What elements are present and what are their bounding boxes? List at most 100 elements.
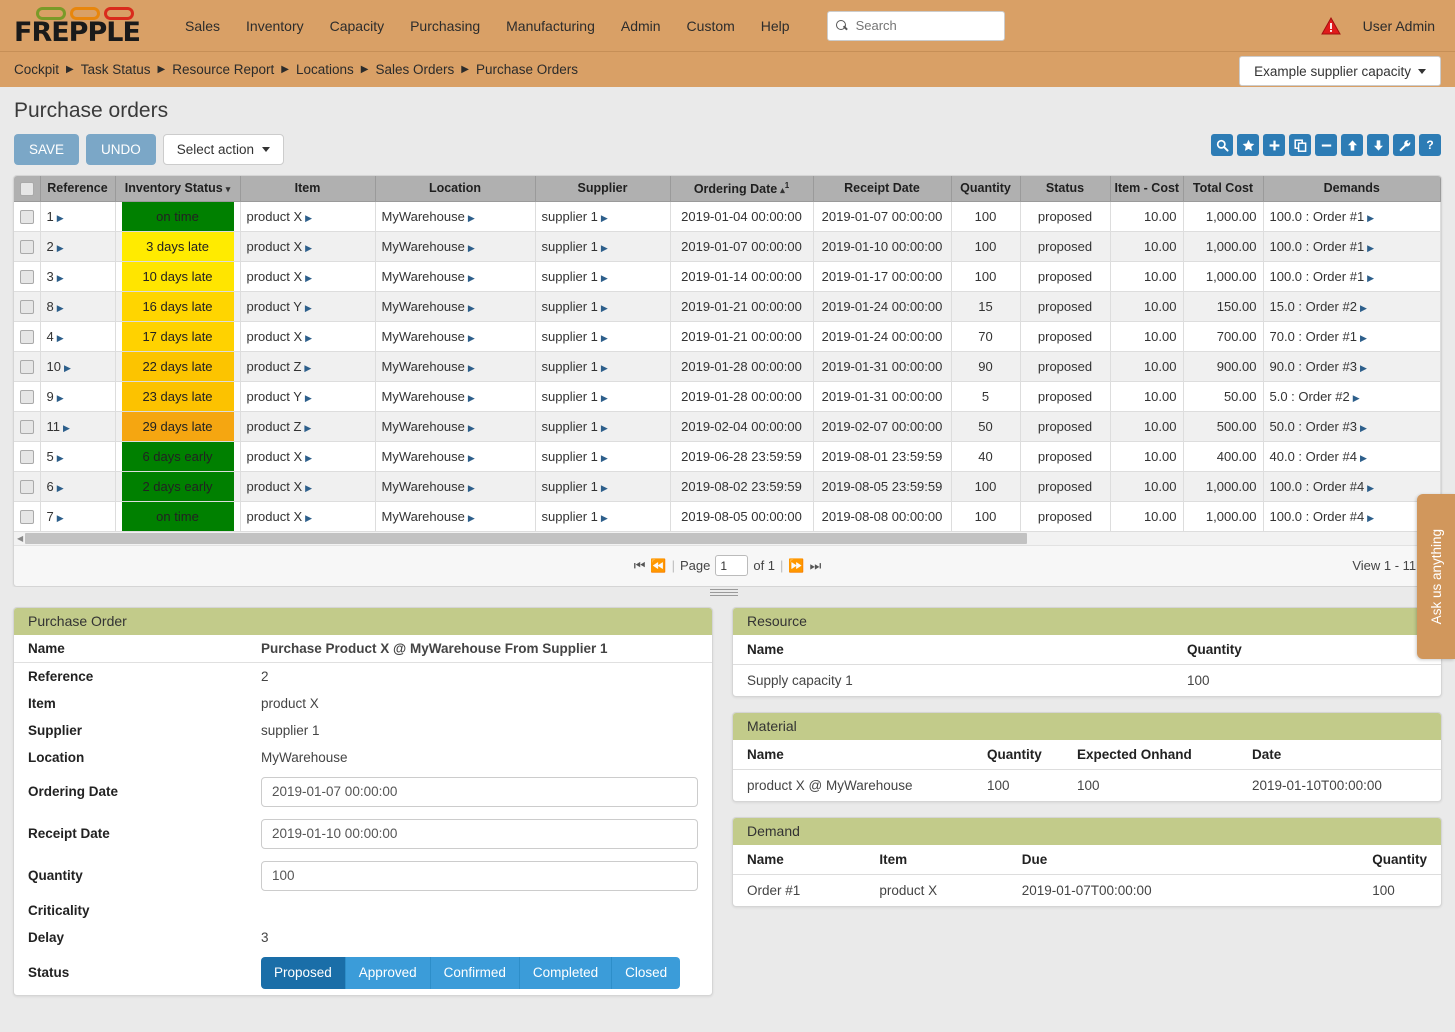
drilldown-arrow-icon[interactable]: ▶ <box>601 453 608 463</box>
table-row[interactable]: 3▶10 days lateproduct X▶MyWarehouse▶supp… <box>14 261 1441 291</box>
status-option-completed[interactable]: Completed <box>520 957 612 989</box>
first-page-icon[interactable]: ⏮ <box>634 558 646 574</box>
column-header-demands[interactable]: Demands <box>1263 176 1441 201</box>
drilldown-arrow-icon[interactable]: ▶ <box>57 333 64 343</box>
cell-demands[interactable]: 50.0 : Order #3▶ <box>1263 411 1441 441</box>
drilldown-arrow-icon[interactable]: ▶ <box>1353 393 1360 403</box>
cell-location[interactable]: MyWarehouse▶ <box>375 291 535 321</box>
row-select-cell[interactable] <box>14 411 40 441</box>
drilldown-arrow-icon[interactable]: ▶ <box>1360 363 1367 373</box>
cell-item[interactable]: product X▶ <box>240 471 375 501</box>
cell-item[interactable]: product X▶ <box>240 201 375 231</box>
row-select-cell[interactable] <box>14 471 40 501</box>
cell-reference[interactable]: 5▶ <box>40 441 115 471</box>
drilldown-arrow-icon[interactable]: ▶ <box>57 273 64 283</box>
drilldown-arrow-icon[interactable]: ▶ <box>601 273 608 283</box>
drilldown-arrow-icon[interactable]: ▶ <box>305 483 312 493</box>
cell-item[interactable]: product Y▶ <box>240 291 375 321</box>
table-row[interactable]: 2▶3 days lateproduct X▶MyWarehouse▶suppl… <box>14 231 1441 261</box>
breadcrumb-item-cockpit[interactable]: Cockpit <box>14 62 59 77</box>
next-page-icon[interactable]: ⏩ <box>788 558 804 574</box>
cell-supplier[interactable]: supplier 1▶ <box>535 321 670 351</box>
cell-reference[interactable]: 6▶ <box>40 471 115 501</box>
drilldown-arrow-icon[interactable]: ▶ <box>468 213 475 223</box>
drilldown-arrow-icon[interactable]: ▶ <box>601 363 608 373</box>
previous-page-icon[interactable]: ⏪ <box>650 558 666 574</box>
status-option-approved[interactable]: Approved <box>346 957 431 989</box>
save-button[interactable]: SAVE <box>14 134 79 165</box>
row-select-cell[interactable] <box>14 351 40 381</box>
breadcrumb-item-task-status[interactable]: Task Status <box>81 62 151 77</box>
demand-row[interactable]: Order #1product X2019-01-07T00:00:00100 <box>733 874 1441 906</box>
nav-item-sales[interactable]: Sales <box>172 12 233 40</box>
drilldown-arrow-icon[interactable]: ▶ <box>305 393 312 403</box>
download-arrow-icon[interactable] <box>1367 134 1389 156</box>
cell-demands[interactable]: 100.0 : Order #1▶ <box>1263 261 1441 291</box>
cell-demands[interactable]: 100.0 : Order #4▶ <box>1263 471 1441 501</box>
cell-supplier[interactable]: supplier 1▶ <box>535 441 670 471</box>
select-action-dropdown[interactable]: Select action <box>163 134 284 165</box>
drilldown-arrow-icon[interactable]: ▶ <box>468 453 475 463</box>
cell-location[interactable]: MyWarehouse▶ <box>375 471 535 501</box>
row-checkbox[interactable] <box>20 480 34 494</box>
column-header-location[interactable]: Location <box>375 176 535 201</box>
cell-supplier[interactable]: supplier 1▶ <box>535 291 670 321</box>
cell-supplier[interactable]: supplier 1▶ <box>535 471 670 501</box>
remove-minus-icon[interactable] <box>1315 134 1337 156</box>
help-question-icon[interactable]: ? <box>1419 134 1441 156</box>
table-row[interactable]: 9▶23 days lateproduct Y▶MyWarehouse▶supp… <box>14 381 1441 411</box>
drilldown-arrow-icon[interactable]: ▶ <box>1367 243 1374 253</box>
status-option-proposed[interactable]: Proposed <box>261 957 346 989</box>
row-select-cell[interactable] <box>14 441 40 471</box>
ordering-date-input[interactable] <box>261 777 698 807</box>
drilldown-arrow-icon[interactable]: ▶ <box>601 393 608 403</box>
cell-demands[interactable]: 100.0 : Order #1▶ <box>1263 231 1441 261</box>
page-number-input[interactable] <box>715 555 748 576</box>
table-row[interactable]: 11▶29 days lateproduct Z▶MyWarehouse▶sup… <box>14 411 1441 441</box>
row-select-cell[interactable] <box>14 231 40 261</box>
row-select-cell[interactable] <box>14 291 40 321</box>
row-checkbox[interactable] <box>20 330 34 344</box>
grid-resize-handle[interactable] <box>0 587 1455 599</box>
nav-item-admin[interactable]: Admin <box>608 12 674 40</box>
nav-item-help[interactable]: Help <box>748 12 803 40</box>
drilldown-arrow-icon[interactable]: ▶ <box>601 213 608 223</box>
breadcrumb-item-sales-orders[interactable]: Sales Orders <box>375 62 454 77</box>
drilldown-arrow-icon[interactable]: ▶ <box>1367 213 1374 223</box>
cell-reference[interactable]: 4▶ <box>40 321 115 351</box>
cell-location[interactable]: MyWarehouse▶ <box>375 321 535 351</box>
drilldown-arrow-icon[interactable]: ▶ <box>57 303 64 313</box>
row-select-cell[interactable] <box>14 501 40 531</box>
cell-reference[interactable]: 10▶ <box>40 351 115 381</box>
table-row[interactable]: 6▶2 days earlyproduct X▶MyWarehouse▶supp… <box>14 471 1441 501</box>
cell-item[interactable]: product X▶ <box>240 261 375 291</box>
cell-reference[interactable]: 3▶ <box>40 261 115 291</box>
cell-supplier[interactable]: supplier 1▶ <box>535 411 670 441</box>
row-checkbox[interactable] <box>20 270 34 284</box>
cell-location[interactable]: MyWarehouse▶ <box>375 261 535 291</box>
row-select-cell[interactable] <box>14 321 40 351</box>
drilldown-arrow-icon[interactable]: ▶ <box>468 243 475 253</box>
drilldown-arrow-icon[interactable]: ▶ <box>304 423 311 433</box>
column-header-receipt-date[interactable]: Receipt Date <box>813 176 951 201</box>
drilldown-arrow-icon[interactable]: ▶ <box>305 303 312 313</box>
table-row[interactable]: 4▶17 days lateproduct X▶MyWarehouse▶supp… <box>14 321 1441 351</box>
row-checkbox[interactable] <box>20 240 34 254</box>
select-all-header[interactable] <box>14 176 40 201</box>
ask-us-anything-tab[interactable]: Ask us anything <box>1417 494 1455 659</box>
drilldown-arrow-icon[interactable]: ▶ <box>305 333 312 343</box>
search-input[interactable] <box>854 17 996 34</box>
drilldown-arrow-icon[interactable]: ▶ <box>57 243 64 253</box>
drilldown-arrow-icon[interactable]: ▶ <box>57 213 64 223</box>
cell-reference[interactable]: 8▶ <box>40 291 115 321</box>
resource-row[interactable]: Supply capacity 1100 <box>733 664 1441 696</box>
drilldown-arrow-icon[interactable]: ▶ <box>304 363 311 373</box>
cell-supplier[interactable]: supplier 1▶ <box>535 381 670 411</box>
last-page-icon[interactable]: ⏭ <box>810 558 822 574</box>
cell-demands[interactable]: 40.0 : Order #4▶ <box>1263 441 1441 471</box>
column-header-total-cost[interactable]: Total Cost <box>1183 176 1263 201</box>
table-row[interactable]: 8▶16 days lateproduct Y▶MyWarehouse▶supp… <box>14 291 1441 321</box>
drilldown-arrow-icon[interactable]: ▶ <box>468 423 475 433</box>
cell-location[interactable]: MyWarehouse▶ <box>375 381 535 411</box>
cell-item[interactable]: product X▶ <box>240 321 375 351</box>
